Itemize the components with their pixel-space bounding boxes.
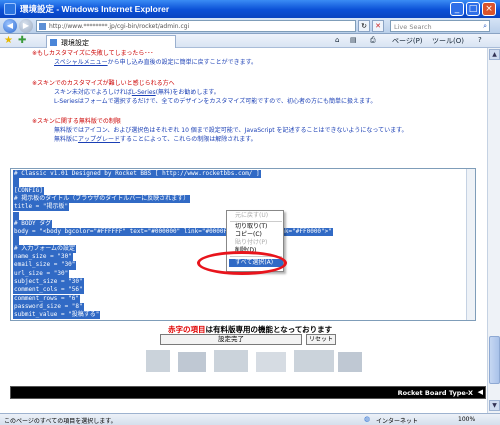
config-line: # Classic v1.01 Designed by Rocket BBS [… (13, 170, 261, 179)
address-row: ◀ ▶ http://www.********.jp/cgi-bin/rocke… (0, 18, 500, 34)
scrollbar-thumb[interactable] (489, 336, 500, 384)
blurred-banner (256, 352, 286, 372)
reset-button[interactable]: リセット (306, 334, 336, 345)
stop-icon[interactable]: ✕ (372, 20, 384, 32)
config-line: [CONFIG] (13, 186, 44, 195)
search-input[interactable]: Live Search ⌕ (390, 20, 490, 32)
config-line: email_size = "30" (13, 261, 77, 270)
config-line: comment_cols = "56" (13, 286, 84, 295)
config-line: submit_value = "投稿する" (13, 311, 101, 320)
footer-brand: Rocket Board Type-X (397, 389, 473, 397)
menu-item-copy[interactable]: コピー(C) (235, 231, 262, 239)
note-skin-difficult: ※スキンでのカスタマイズが難しいと感じられる方へ (32, 80, 175, 87)
search-placeholder: Live Search (394, 23, 432, 31)
page-icon (39, 23, 46, 30)
forward-button[interactable]: ▶ (19, 19, 33, 33)
tools-menu[interactable]: ツール(O) (432, 36, 464, 46)
blurred-banner (338, 352, 362, 372)
scroll-down-arrow-icon[interactable]: ▼ (489, 400, 500, 411)
page-scrollbar[interactable]: ▲ ▼ (487, 48, 500, 413)
add-favorites-icon[interactable]: ✚ (18, 35, 26, 46)
print-icon[interactable]: ⎙ (370, 36, 376, 45)
address-bar[interactable]: http://www.********.jp/cgi-bin/rocket/ad… (36, 20, 356, 32)
note-customize-fail: ※もしカスタマイズに失敗してしまったら･･･ (32, 50, 154, 57)
tab-page-icon (50, 39, 57, 46)
menu-item-paste[interactable]: 貼り付け(P) (235, 239, 267, 247)
note-free-limits: ※スキンに関する無料版での制限 (32, 118, 121, 125)
search-icon[interactable]: ⌕ (483, 22, 487, 31)
footer-bar: Rocket Board Type-X ◀ (10, 386, 486, 399)
tab-row: ★ ✚ 環境設定 ⌂ ▤ ⎙ ページ(P) ツール(O) ? (0, 34, 500, 48)
submit-button[interactable]: 設定完了 (160, 334, 302, 345)
window-title: 環境設定 - Windows Internet Explorer (20, 4, 170, 14)
feeds-icon[interactable]: ▤ (350, 36, 357, 44)
scroll-top-arrow-icon[interactable]: ◀ (478, 388, 483, 396)
minimize-button[interactable]: _ (450, 2, 464, 16)
note-upgrade: 無料版にアップグレードすることによって、これらの制限は解除されます。 (54, 136, 257, 143)
blurred-banner (294, 350, 334, 372)
globe-icon: ◍ (364, 415, 371, 423)
menu-item-cut[interactable]: 切り取り(T) (235, 223, 267, 231)
security-zone: インターネット (376, 418, 419, 425)
home-icon[interactable]: ⌂ (335, 36, 339, 44)
scroll-up-arrow-icon[interactable]: ▲ (489, 49, 500, 60)
tab-label: 環境設定 (61, 39, 89, 47)
config-line: # 入力フォームの設定 (13, 244, 77, 253)
close-button[interactable]: × (482, 2, 496, 16)
maximize-button[interactable]: □ (466, 2, 480, 16)
note-special-menu: スペシャルメニューから申し込み直後の設定に簡単に戻すことができます。 (54, 59, 257, 66)
config-line (13, 236, 19, 245)
paid-feature-red: 赤字の項目 (168, 325, 206, 334)
blurred-banner (146, 350, 170, 372)
status-text: このページのすべての項目を選択します。 (4, 418, 117, 425)
config-line: title = "掲示板" (13, 203, 70, 212)
ie-app-icon (4, 3, 16, 15)
config-line: # BODY タグ (13, 219, 53, 229)
textarea-scrollbar[interactable] (466, 169, 475, 320)
config-line: comment_rows = "6" (13, 294, 81, 303)
address-url: http://www.********.jp/cgi-bin/rocket/ad… (49, 23, 190, 30)
paid-feature-rest: は有料版専用の機能となっております (205, 325, 333, 334)
back-button[interactable]: ◀ (3, 19, 17, 33)
menu-separator (230, 221, 282, 222)
refresh-icon[interactable]: ↻ (358, 20, 370, 32)
blurred-banner (178, 352, 206, 372)
config-line: # 掲示板のタイトル（ブラウザのタイトルバーに反映されます） (13, 194, 191, 204)
note-lseries: スキン未対応でよろしければL-Series(無料)をお勧めします。 (54, 89, 220, 96)
config-line (13, 178, 19, 187)
title-bar: 環境設定 - Windows Internet Explorer _ □ × (0, 0, 500, 18)
note-free-limits-desc: 無料版ではアイコン、および選択色はそれぞれ 10 個まで設定可能で、JavaSc… (54, 127, 408, 134)
zoom-level[interactable]: 100% (458, 416, 475, 423)
menu-item-undo[interactable]: 元に戻す(U) (235, 212, 268, 220)
config-line: password_size = "8" (13, 302, 84, 312)
config-line: subject_size = "30" (13, 277, 84, 287)
config-line: url_size = "30" (13, 269, 70, 278)
note-lseries-desc: L-Seriesはフォームで選択するだけで、全てのデザインをカスタマイズ可能です… (54, 98, 377, 105)
config-line (13, 211, 19, 220)
status-bar: このページのすべての項目を選択します。 ◍ インターネット 100% (0, 413, 500, 425)
special-menu-link[interactable]: スペシャルメニュー (54, 59, 108, 66)
help-icon[interactable]: ? (478, 36, 482, 44)
config-line: body = "<body bgcolor="#FFFFFF" text="#0… (13, 228, 333, 237)
highlight-circle (197, 251, 287, 275)
tab-settings[interactable]: 環境設定 (46, 35, 176, 48)
lseries-link[interactable]: L-Series (132, 89, 156, 96)
favorites-star-icon[interactable]: ★ (4, 35, 13, 46)
upgrade-link[interactable]: アップグレード (78, 136, 120, 143)
config-line: name_size = "30" (13, 253, 73, 262)
blurred-banner (214, 350, 248, 372)
page-menu[interactable]: ページ(P) (392, 36, 423, 46)
